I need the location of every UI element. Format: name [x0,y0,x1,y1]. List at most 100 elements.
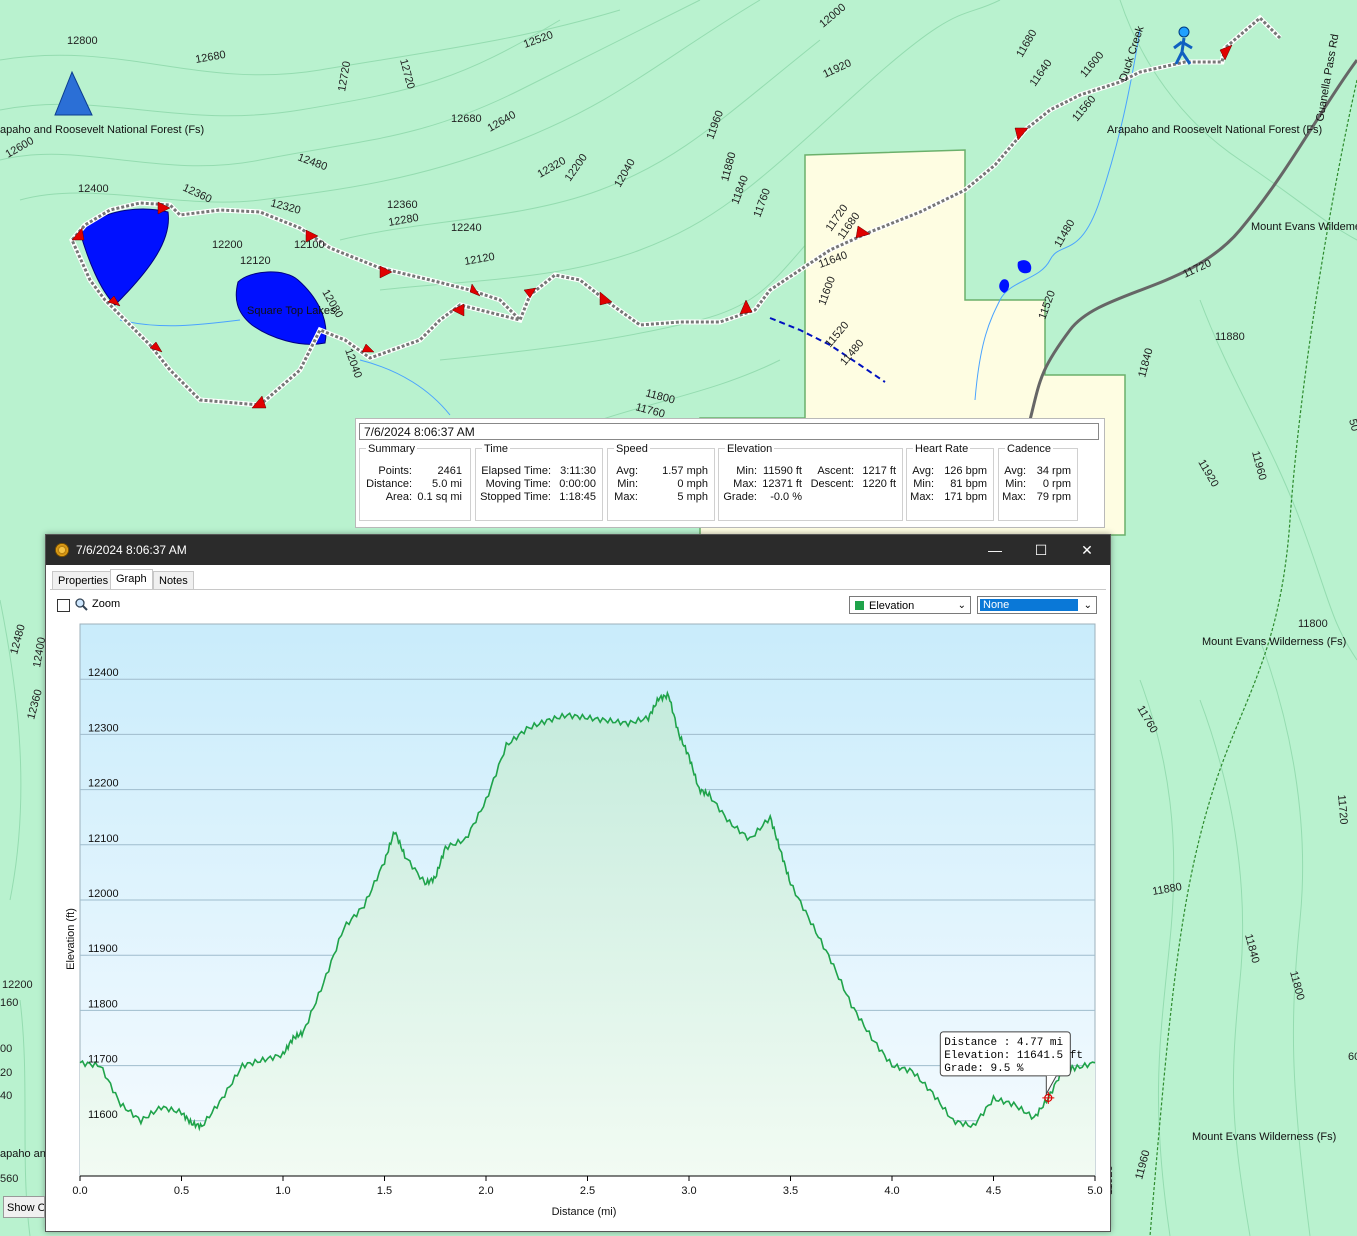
stat-value: 5.0 mi [432,478,462,490]
chevron-down-icon: ⌄ [1083,600,1092,611]
svg-text:00: 00 [0,1043,12,1055]
y-tick-label: 12000 [88,888,119,900]
close-button[interactable]: ✕ [1064,535,1110,565]
svg-text:560: 560 [0,1173,18,1185]
svg-text:12400: 12400 [78,183,109,195]
y-axis-label: Elevation (ft) [65,908,77,970]
show-button[interactable]: Show O [3,1196,45,1218]
svg-text:12200: 12200 [212,239,243,251]
maximize-button[interactable]: ☐ [1018,535,1064,565]
tooltip-elevation: Elevation: 11641.5 ft [944,1050,1083,1062]
cadence-group: Cadence Avg: 34 rpm Min: 0 rpm Max: 79 rpm [998,443,1078,521]
x-tick-label: 2.0 [478,1185,493,1197]
zoom-label: Zoom [92,598,121,610]
svg-text:12240: 12240 [451,222,482,234]
stat-value: 126 bpm [944,465,987,477]
svg-text:12200: 12200 [2,979,33,991]
stat-value: 12371 ft [762,478,802,490]
svg-text:12360: 12360 [387,199,418,211]
x-axis-label: Distance (mi) [552,1206,617,1218]
tab-properties[interactable]: Properties [52,571,115,590]
tab-divider [50,589,1106,590]
minimize-button[interactable]: — [972,535,1018,565]
window-titlebar[interactable]: 7/6/2024 8:06:37 AM — ☐ ✕ [46,535,1110,565]
group-title: Summary [366,443,418,455]
stat-label: Max: [1002,491,1026,503]
window-title: 7/6/2024 8:06:37 AM [76,543,187,557]
stat-label: Avg: [616,465,638,477]
time-group: Time Elapsed Time: 3:11:30 Moving Time: 0:… [475,443,603,521]
stat-label: Max: [910,491,934,503]
stat-value: 1.57 mph [662,465,708,477]
svg-text:11800: 11800 [1298,618,1328,630]
x-tick-label: 0.5 [174,1185,189,1197]
y-tick-label: 11700 [88,1054,118,1066]
y-tick-label: 11900 [88,943,118,955]
arapaho-label-bottom: apaho an [0,1148,46,1160]
stat-value: 34 rpm [1036,465,1071,477]
heart-rate-group: Heart Rate Avg: 126 bpm Min: 81 bpm Max: 17… [906,443,994,521]
stat-label: Min: [736,465,757,477]
stat-value: 0 mph [677,478,708,490]
svg-text:40: 40 [0,1090,12,1102]
group-title: Heart Rate [913,443,971,455]
stat-label: Max: [733,478,757,490]
group-title: Time [482,443,511,455]
evans-label-3: Mount Evans Wilderness (Fs) [1192,1131,1336,1143]
elevation-chart[interactable]: 11600 11700 11800 11900 12000 12100 12200 12300… [46,619,1110,1219]
stat-label: Min: [617,478,638,490]
elevation-group: Elevation Min: 11590 ft Ascent: 1217 ft Max… [718,443,903,521]
app-icon [55,543,69,557]
stat-value: 0:00:00 [559,478,596,490]
svg-text:12800: 12800 [67,35,98,47]
stat-value: 0.1 sq mi [417,491,462,503]
forest-label-left: apaho and Roosevelt National Forest (Fs) [0,124,204,136]
y-tick-label: 12200 [88,778,119,790]
svg-text:160: 160 [0,997,18,1009]
series-select-value: Elevation [869,600,915,612]
svg-text:60: 60 [1348,1051,1357,1063]
tab-notes[interactable]: Notes [153,571,194,590]
stat-value: 11590 ft [763,465,802,477]
stat-label: Min: [913,478,934,490]
x-tick-label: 1.5 [377,1185,392,1197]
group-title: Cadence [1005,443,1054,455]
elevation-swatch [855,601,864,610]
zoom-checkbox[interactable] [57,599,70,612]
svg-text:11880: 11880 [1215,331,1245,343]
stat-value: 1:18:45 [559,491,596,503]
evans-label-1: Mount Evans Wildeme [1251,221,1357,233]
y-tick-label: 11600 [88,1109,118,1121]
stat-label: Distance: [366,478,412,490]
stat-value: 171 bpm [944,491,987,503]
x-tick-label: 0.0 [72,1185,87,1197]
x-tick-label: 4.5 [986,1185,1001,1197]
stat-label: Elapsed Time: [481,465,551,477]
group-title: Elevation [725,443,775,455]
x-tick-label: 3.5 [783,1185,798,1197]
x-axis: 0.0 0.5 1.0 1.5 2.0 2.5 3.0 3.5 4.0 4.5 5.0 [72,1176,1103,1197]
stat-value: 79 rpm [1036,491,1071,503]
secondary-series-select[interactable]: None ⌄ [977,596,1097,614]
group-title: Speed [614,443,650,455]
tab-graph[interactable]: Graph [110,569,153,590]
summary-group: Summary Points: 2461 Distance: 5.0 mi Area… [359,443,471,521]
stat-value: 2461 [437,465,462,477]
stat-value: 1217 ft [862,465,896,477]
svg-text:12680: 12680 [451,113,482,125]
stat-value: 5 mph [677,491,708,503]
track-graph-window[interactable]: 7/6/2024 8:06:37 AM — ☐ ✕ Properties Gra… [45,534,1111,1232]
tooltip-grade: Grade: 9.5 % [944,1063,1024,1075]
stat-label: Area: [385,491,412,503]
stat-label: Avg: [1004,465,1026,477]
stat-label: Points: [378,465,412,477]
x-tick-label: 3.0 [681,1185,696,1197]
stat-value: 3:11:30 [560,465,596,477]
series-select[interactable]: Elevation ⌄ [849,596,971,614]
stat-label: Moving Time: [485,478,551,490]
stat-value: -0.0 % [770,491,802,503]
forest-label-right: Arapaho and Roosevelt National Forest (F… [1107,124,1322,136]
stat-value: 0 rpm [1042,478,1071,490]
y-tick-label: 12300 [88,722,119,734]
evans-label-2: Mount Evans Wilderness (Fs) [1202,636,1346,648]
